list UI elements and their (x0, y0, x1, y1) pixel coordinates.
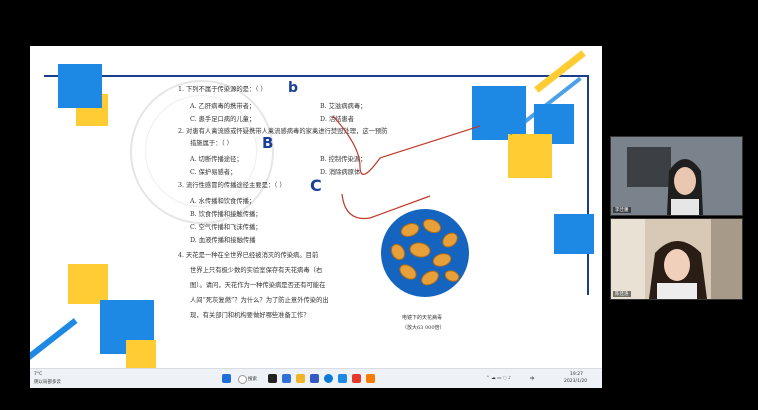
clock-date[interactable]: 2023/1/20 (564, 379, 587, 384)
presentation-app-icon[interactable] (366, 374, 375, 383)
participant-video-2[interactable]: 陈佳洛 (610, 218, 743, 300)
windows-taskbar: 7°C 阴以局部多云 搜索 ⌃ ☁ ▭ ◌ ♪ 中 19:27 2023/1/2… (30, 368, 602, 388)
start-icon[interactable] (222, 374, 231, 383)
participant-video-1[interactable]: 李佳蕙 (610, 136, 743, 216)
file-explorer-icon[interactable] (296, 374, 305, 383)
weather-temp: 7°C (34, 372, 43, 377)
input-language[interactable]: 中 (530, 376, 535, 382)
search-icon[interactable] (238, 375, 247, 384)
shared-slide: 1. 下列不属于传染源的是：（ ） A. 乙肝病毒的携带者； B. 艾滋病病毒；… (30, 46, 602, 388)
participant-1-video-frame (611, 137, 742, 215)
task-view-icon[interactable] (268, 374, 277, 383)
weather-desc: 阴以局部多云 (34, 380, 61, 385)
app-icon[interactable] (338, 374, 347, 383)
search-label[interactable]: 搜索 (248, 376, 257, 382)
participant-2-video-frame (611, 219, 742, 299)
meeting-app-icon[interactable] (310, 374, 319, 383)
tray-icons[interactable]: ⌃ ☁ ▭ ◌ ♪ (486, 376, 511, 381)
widgets-icon[interactable] (282, 374, 291, 383)
wps-icon[interactable] (352, 374, 361, 383)
participant-2-name: 陈佳洛 (613, 291, 631, 297)
meeting-screen: 1. 下列不属于传染源的是：（ ） A. 乙肝病毒的携带者； B. 艾滋病病毒；… (0, 0, 758, 410)
pen-annotations (332, 115, 481, 220)
clock-time[interactable]: 19:27 (570, 372, 583, 377)
participant-1-name: 李佳蕙 (613, 207, 631, 213)
edge-icon[interactable] (324, 374, 333, 383)
